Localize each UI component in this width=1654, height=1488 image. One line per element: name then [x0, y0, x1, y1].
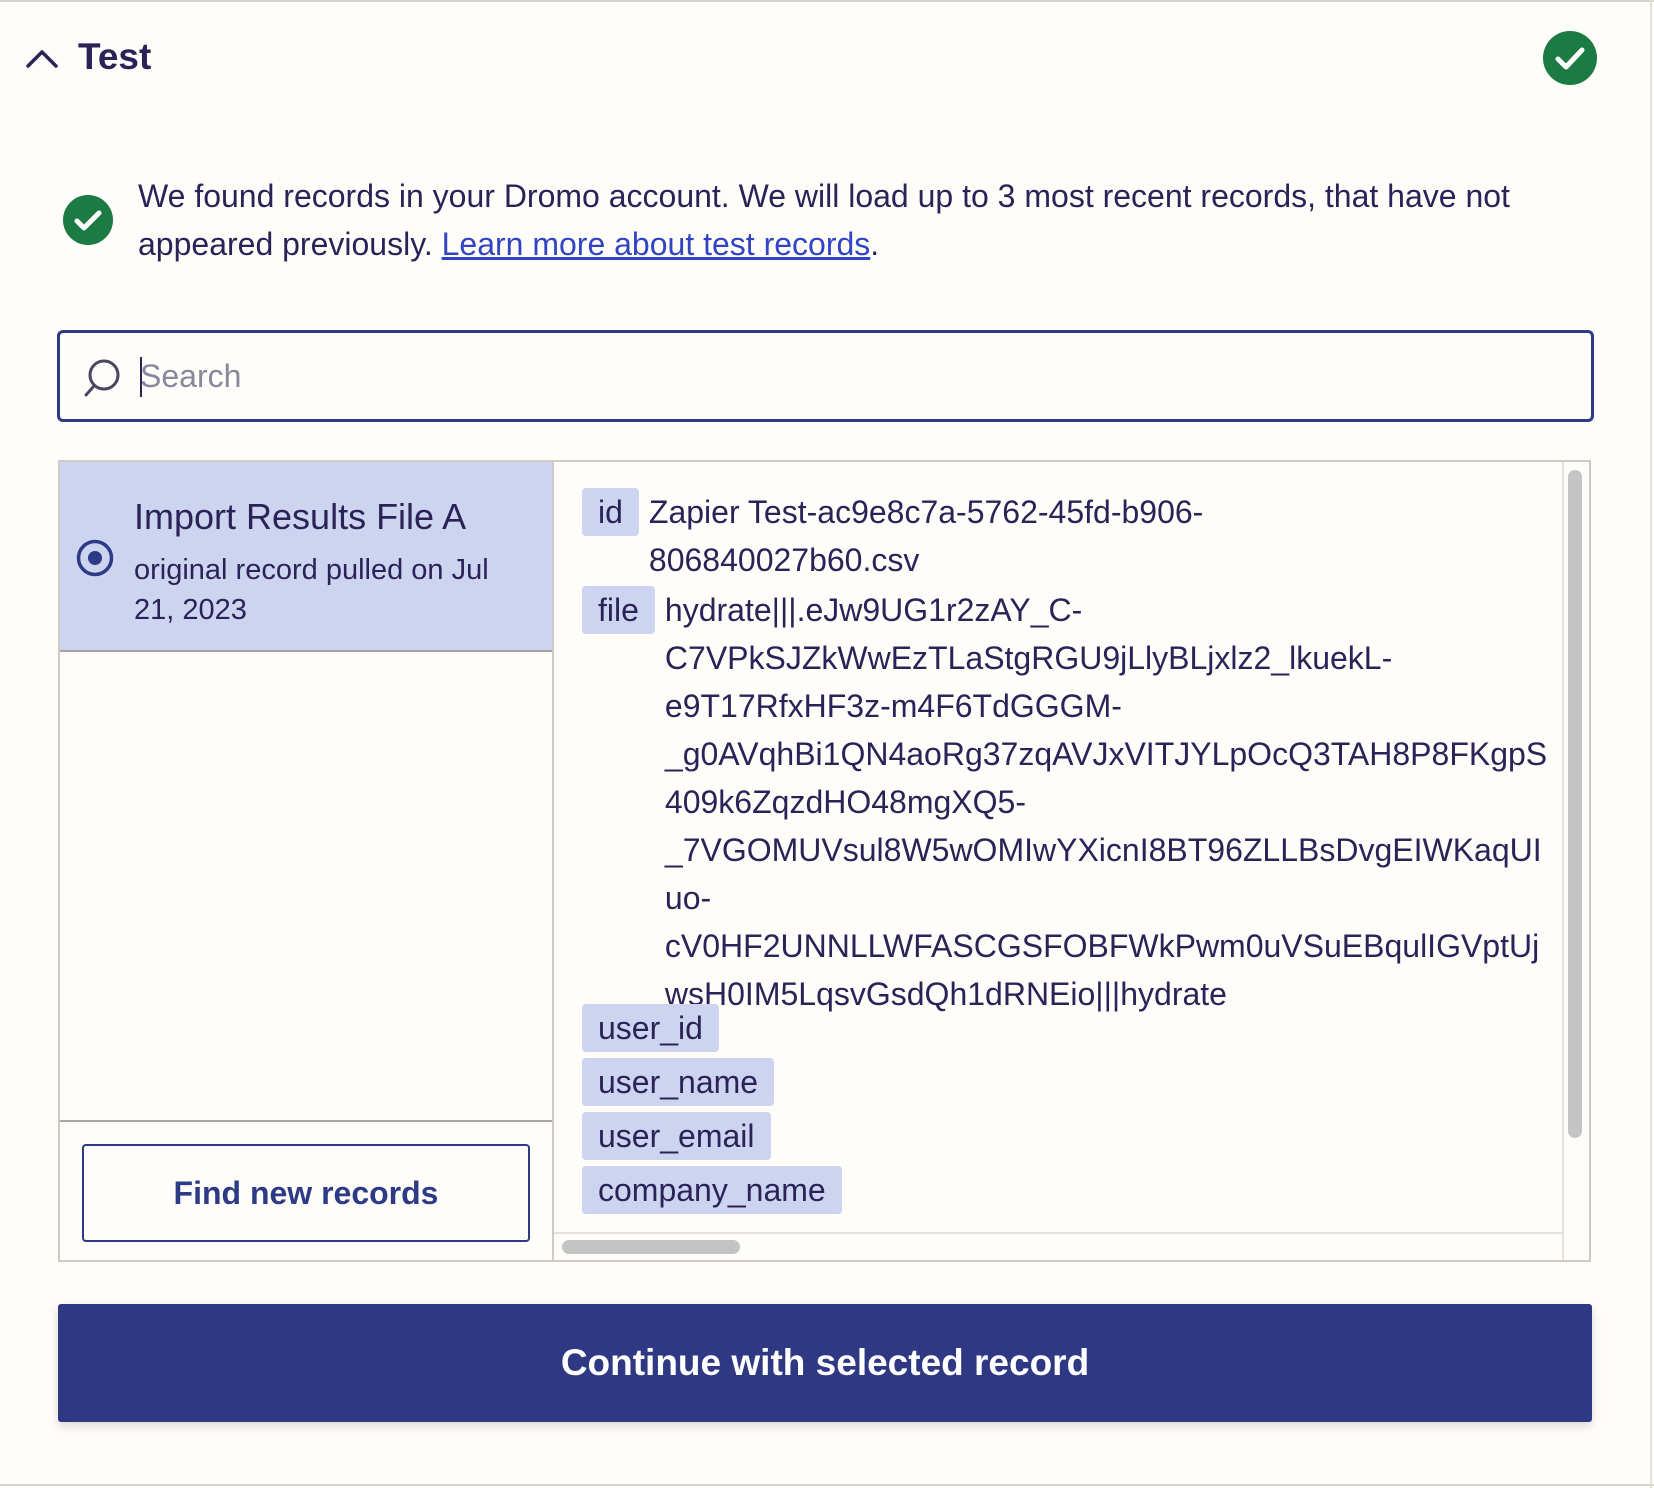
success-check-icon: [1542, 30, 1598, 86]
field-value: Zapier Test-ac9e8c7a-5762-45fd-b906- 806…: [648, 494, 1204, 578]
right-divider: [1650, 0, 1652, 1488]
record-details: id Zapier Test-ac9e8c7a-5762-45fd-b906- …: [554, 462, 1589, 1260]
bottom-divider: [0, 1484, 1654, 1486]
horizontal-scrollbar[interactable]: [562, 1240, 740, 1254]
continue-button[interactable]: Continue with selected record: [58, 1304, 1592, 1422]
field-key: company_name: [582, 1166, 842, 1214]
section-header: Test: [24, 30, 1604, 90]
search-box: [57, 330, 1594, 422]
section-title: Test: [78, 36, 152, 77]
field-row-file: file hydrate|||.eJw9UG1r2zAY_C- C7VPkSJZ…: [582, 586, 1547, 1018]
field-list: id Zapier Test-ac9e8c7a-5762-45fd-b906- …: [554, 462, 1562, 1232]
top-divider: [0, 0, 1654, 6]
notice-check-icon: [62, 194, 114, 246]
record-item-selected[interactable]: Import Results File A original record pu…: [60, 462, 552, 652]
notice-suffix: .: [870, 226, 880, 262]
record-title: Import Results File A: [134, 496, 467, 537]
field-row-user-email: user_email: [582, 1112, 771, 1160]
learn-more-link[interactable]: Learn more about test records: [442, 226, 871, 262]
field-row-user-id: user_id: [582, 1004, 719, 1052]
field-key: user_id: [582, 1004, 719, 1052]
radio-selected-icon[interactable]: [76, 539, 114, 577]
field-key: user_name: [582, 1058, 775, 1106]
records-notice: We found records in your Dromo account. …: [138, 172, 1558, 268]
field-key: id: [582, 488, 639, 536]
list-divider: [60, 1120, 552, 1122]
field-key: file: [582, 586, 655, 634]
search-input[interactable]: [140, 347, 1560, 405]
field-value: hydrate|||.eJw9UG1r2zAY_C- C7VPkSJZkWwEz…: [664, 592, 1548, 1012]
record-list: Import Results File A original record pu…: [60, 462, 554, 1260]
chevron-up-icon[interactable]: [24, 40, 60, 76]
field-row-company-name: company_name: [582, 1166, 842, 1214]
field-row-user-name: user_name: [582, 1058, 775, 1106]
records-panel: Import Results File A original record pu…: [58, 460, 1591, 1262]
search-icon: [82, 357, 122, 399]
find-new-records-button[interactable]: Find new records: [82, 1144, 530, 1242]
vertical-scrollbar[interactable]: [1568, 470, 1582, 1138]
text-caret: [140, 357, 142, 397]
details-bottom-edge: [554, 1232, 1562, 1234]
field-key: user_email: [582, 1112, 771, 1160]
field-row-id: id Zapier Test-ac9e8c7a-5762-45fd-b906- …: [582, 488, 1203, 584]
record-subtitle: original record pulled on Jul 21, 2023: [134, 554, 489, 626]
